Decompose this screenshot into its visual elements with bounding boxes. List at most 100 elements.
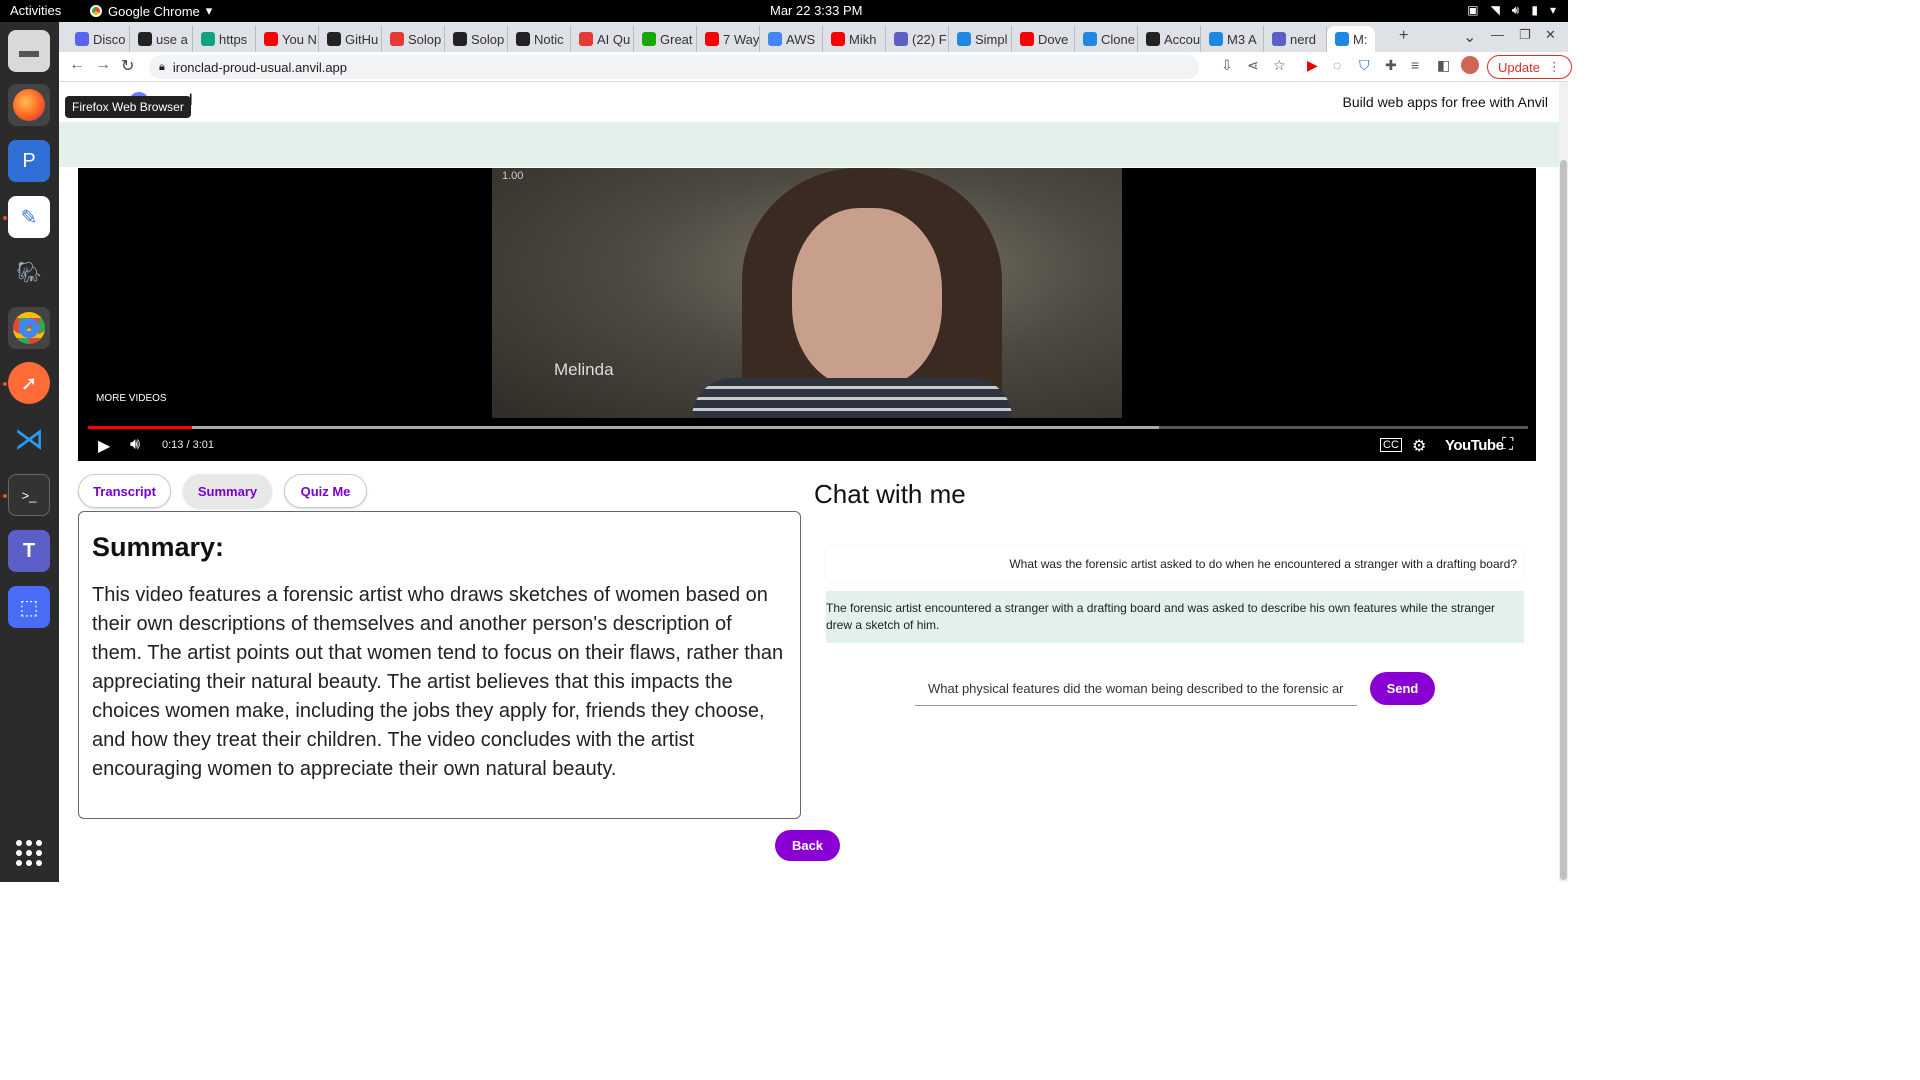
- volume-icon[interactable]: 🔊︎: [130, 436, 140, 454]
- new-tab-button[interactable]: +: [1399, 27, 1408, 45]
- close-window-button[interactable]: ✕: [1545, 27, 1556, 43]
- youtube-extension-icon[interactable]: ▶: [1307, 57, 1318, 74]
- browser-tab[interactable]: Simpl: [949, 26, 1012, 52]
- browser-tab[interactable]: M:✕: [1327, 26, 1375, 52]
- extensions-puzzle-icon[interactable]: ✚: [1385, 57, 1397, 74]
- fullscreen-icon[interactable]: ⛶: [1502, 436, 1513, 454]
- tab-transcript[interactable]: Transcript: [78, 474, 171, 508]
- browser-tab[interactable]: Notic: [508, 26, 571, 52]
- tab-favicon-icon: [1146, 32, 1160, 46]
- anvil-banner-link[interactable]: Build web apps for free with Anvil: [1343, 94, 1548, 110]
- captions-icon[interactable]: CC: [1380, 438, 1402, 452]
- files-icon[interactable]: ▬: [8, 30, 50, 72]
- browser-tab[interactable]: 7 Way: [697, 26, 760, 52]
- tab-favicon-icon: [201, 32, 215, 46]
- tab-favicon-icon: [579, 32, 593, 46]
- browser-tab[interactable]: You N: [256, 26, 319, 52]
- play-icon[interactable]: ▶: [98, 436, 110, 456]
- screenshot-icon[interactable]: ⬚: [8, 586, 50, 628]
- show-apps-icon[interactable]: [16, 840, 42, 866]
- activities-button[interactable]: Activities: [10, 3, 61, 18]
- browser-tab[interactable]: Disco: [67, 26, 130, 52]
- tab-summary[interactable]: Summary: [183, 474, 272, 508]
- back-button[interactable]: Back: [775, 830, 840, 861]
- browser-tab[interactable]: https: [193, 26, 256, 52]
- text-editor-icon[interactable]: ✎: [8, 196, 50, 238]
- chat-input[interactable]: [915, 672, 1357, 706]
- tab-favicon-icon: [1209, 32, 1223, 46]
- address-bar[interactable]: 🔒︎ ironclad-proud-usual.anvil.app: [149, 55, 1199, 79]
- system-tray[interactable]: ▣ ◥ 🔊︎ ▮ ▾: [1467, 3, 1556, 18]
- tab-search-button[interactable]: ⌄: [1463, 27, 1476, 47]
- update-button[interactable]: Update ⋮: [1487, 55, 1572, 79]
- extension-icon[interactable]: ◌: [1333, 57, 1341, 73]
- chat-question-bubble: What was the forensic artist asked to do…: [826, 546, 1524, 582]
- browser-tab[interactable]: Accou: [1138, 26, 1201, 52]
- reading-list-icon[interactable]: ≡: [1411, 57, 1419, 73]
- tab-label: GitHu: [345, 31, 379, 47]
- browser-tab[interactable]: Great: [634, 26, 697, 52]
- browser-tab[interactable]: AI Qu: [571, 26, 634, 52]
- app-menu[interactable]: Google Chrome ▾: [90, 3, 212, 19]
- clock[interactable]: Mar 22 3:33 PM: [770, 3, 863, 18]
- tab-favicon-icon: [390, 32, 404, 46]
- url-text: ironclad-proud-usual.anvil.app: [172, 59, 348, 75]
- share-icon[interactable]: ⋖: [1247, 57, 1259, 74]
- tab-favicon-icon: [327, 32, 341, 46]
- tab-label: Accou: [1164, 31, 1201, 47]
- tab-label: Mikh: [849, 31, 877, 47]
- browser-tab[interactable]: Clone: [1075, 26, 1138, 52]
- tab-label: Simpl: [975, 31, 1008, 47]
- postman-icon[interactable]: ➚: [8, 362, 50, 404]
- more-videos-button[interactable]: MORE VIDEOS: [96, 393, 167, 404]
- tab-favicon-icon: [1020, 32, 1034, 46]
- pycharm-icon[interactable]: P: [8, 140, 50, 182]
- browser-tab[interactable]: GitHu: [319, 26, 382, 52]
- indicator-icon: ▣: [1467, 3, 1479, 17]
- page-scrollbar[interactable]: [1559, 82, 1568, 882]
- reload-icon[interactable]: ↻: [121, 56, 134, 76]
- teams-icon[interactable]: T: [8, 530, 50, 572]
- video-time: 0:13 / 3:01: [162, 439, 214, 451]
- youtube-player[interactable]: 1.00 Melinda MORE VIDEOS ▶ 🔊︎ 0:13 / 3:0…: [78, 168, 1536, 461]
- tab-label: Great: [660, 31, 693, 47]
- firefox-icon[interactable]: [8, 84, 50, 126]
- side-panel-icon[interactable]: ◧: [1437, 57, 1450, 74]
- tab-favicon-icon: [516, 32, 530, 46]
- gear-icon[interactable]: ⚙: [1412, 436, 1426, 456]
- postgres-elephant-icon[interactable]: 🐘︎: [8, 251, 50, 293]
- volume-icon: 🔊︎: [1511, 3, 1520, 17]
- tab-label: nerd: [1290, 31, 1317, 47]
- back-arrow-icon[interactable]: ←: [69, 56, 85, 74]
- video-frame[interactable]: [492, 168, 1122, 418]
- app-name: Google Chrome: [108, 3, 200, 19]
- vscode-icon[interactable]: ⋊: [8, 418, 50, 460]
- send-button[interactable]: Send: [1370, 672, 1435, 705]
- browser-tab[interactable]: AWS: [760, 26, 823, 52]
- tab-label: Notic: [534, 31, 564, 47]
- browser-tab[interactable]: M3 A: [1201, 26, 1264, 52]
- scrollbar-thumb[interactable]: [1560, 160, 1567, 880]
- dock-tooltip: Firefox Web Browser: [65, 96, 191, 118]
- browser-tab[interactable]: (22) F: [886, 26, 949, 52]
- video-progress-bar[interactable]: [88, 426, 1528, 429]
- browser-tab[interactable]: Mikh: [823, 26, 886, 52]
- tab-favicon-icon: [705, 32, 719, 46]
- forward-arrow-icon[interactable]: →: [95, 56, 111, 74]
- terminal-icon[interactable]: >_: [8, 474, 50, 516]
- minimize-button[interactable]: —: [1491, 27, 1504, 42]
- restore-button[interactable]: ❐: [1519, 27, 1531, 43]
- youtube-logo[interactable]: YouTube: [1445, 437, 1504, 454]
- profile-avatar[interactable]: [1461, 56, 1479, 74]
- bookmark-star-icon[interactable]: ☆: [1273, 57, 1286, 74]
- browser-tab[interactable]: Solop: [445, 26, 508, 52]
- browser-tab[interactable]: Dove: [1012, 26, 1075, 52]
- chrome-icon[interactable]: [8, 307, 50, 349]
- tab-quiz-me[interactable]: Quiz Me: [284, 474, 367, 508]
- running-indicator: [3, 494, 7, 498]
- install-icon[interactable]: ⇩: [1221, 57, 1233, 74]
- shield-extension-icon[interactable]: ⛉: [1359, 57, 1370, 74]
- browser-tab[interactable]: use a: [130, 26, 193, 52]
- browser-tab[interactable]: Solop: [382, 26, 445, 52]
- browser-tab[interactable]: nerd: [1264, 26, 1327, 52]
